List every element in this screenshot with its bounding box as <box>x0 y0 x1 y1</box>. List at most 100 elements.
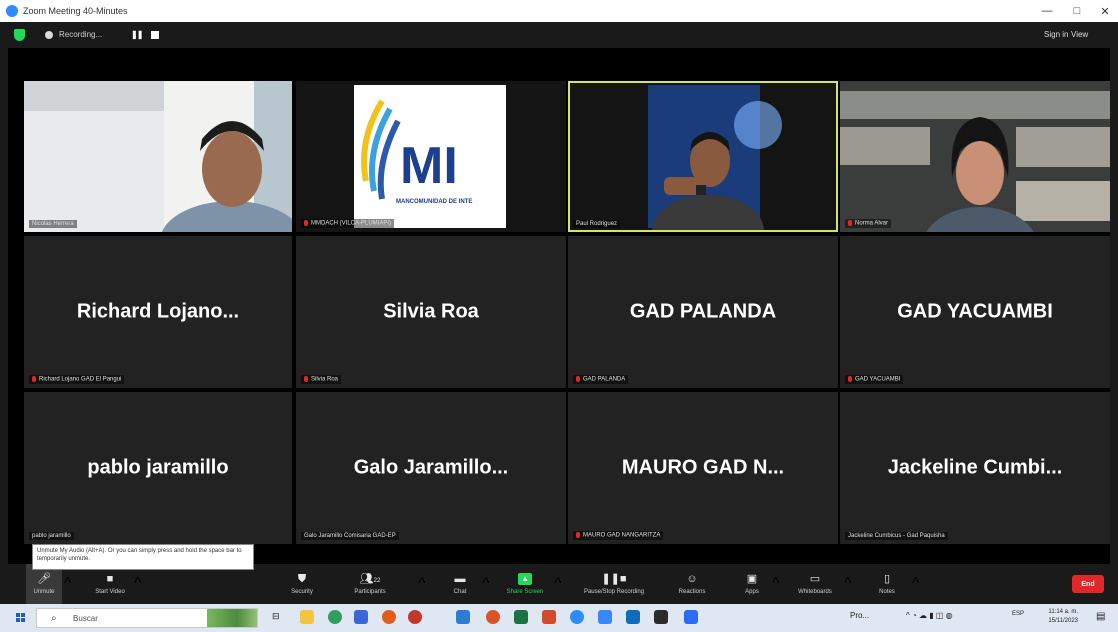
security-button[interactable]: ⛊ Security <box>284 564 320 604</box>
search-icon: ⌕ <box>51 613 57 624</box>
notes-icon: ▯ <box>883 573 891 585</box>
firefox-icon[interactable] <box>382 610 396 624</box>
participants-glyph: 👥︎ <box>359 573 374 585</box>
participant-display-name: Richard Lojano... <box>76 300 240 323</box>
share-screen-button[interactable]: ▲ Share Screen <box>498 564 552 604</box>
participant-name-label: MAURO GAD NANGARITZA <box>573 531 664 540</box>
app-icon[interactable] <box>684 610 698 624</box>
apps-icon: ▣ <box>746 573 758 585</box>
participant-tile[interactable]: Silvia Roa Silvia Roa <box>296 236 566 388</box>
taskbar-clock[interactable]: 11:14 a. m. 15/11/2023 <box>1038 608 1078 626</box>
participant-video <box>24 81 292 232</box>
participant-logo: MI MANCOMUNIDAD DE INTE <box>296 81 566 232</box>
minimize-button[interactable]: — <box>1030 0 1064 22</box>
stop-recording-button[interactable] <box>151 31 159 39</box>
toolbar-label: Pause/Stop Recording <box>583 589 645 595</box>
participant-name-label: Galo Jaramillo Comisaria GAD-EP <box>301 532 399 540</box>
chat-button[interactable]: ▬ Chat <box>446 564 474 604</box>
audio-options-chevron-icon[interactable]: ^ <box>64 564 72 604</box>
chat-options-chevron-icon[interactable]: ^ <box>482 564 490 604</box>
participant-name-label: Norma Alvar <box>845 219 892 228</box>
participant-name-label: GAD YACUAMBI <box>845 375 904 384</box>
notes-button[interactable]: ▯ Notes <box>872 564 902 604</box>
file-explorer-icon[interactable] <box>300 610 314 624</box>
pause-stop-recording-button[interactable]: ❚❚■ Pause/Stop Recording <box>568 564 660 604</box>
video-tile-active-speaker[interactable]: Paul Rodriguez <box>568 81 838 232</box>
tray-app-item[interactable]: Pro... <box>850 611 869 620</box>
app-icon[interactable] <box>654 610 668 624</box>
mic-muted-icon <box>848 376 852 383</box>
zoom-taskbar-icon[interactable] <box>570 610 584 624</box>
windows-start-icon[interactable] <box>16 613 26 623</box>
participants-options-chevron-icon[interactable]: ^ <box>418 564 426 604</box>
app-icon[interactable] <box>408 610 422 624</box>
search-placeholder: Buscar <box>73 614 98 623</box>
reactions-button[interactable]: ☺ Reactions <box>672 564 712 604</box>
toolbar-label: Share Screen <box>506 589 544 595</box>
video-tile[interactable]: Nicolas Herrera <box>24 81 292 232</box>
participant-name-label: Nicolas Herrera <box>29 220 77 228</box>
participant-tile[interactable]: Jackeline Cumbi... Jackeline Cumbicus - … <box>840 392 1110 544</box>
video-tile[interactable]: MI MANCOMUNIDAD DE INTE MMDACH (VILCA-PL… <box>296 81 566 232</box>
toolbar-label: Whiteboards <box>798 589 832 595</box>
share-options-chevron-icon[interactable]: ^ <box>554 564 562 604</box>
participant-display-name: pablo jaramillo <box>87 456 229 479</box>
meeting-controls-toolbar: 🎤︎ Unmute ^ ■ Start Video ^ ⛊ Security 👥… <box>8 564 1110 604</box>
video-tile[interactable]: Norma Alvar <box>840 81 1110 232</box>
window-title: Zoom Meeting 40-Minutes <box>23 6 128 16</box>
recording-indicator-icon <box>45 31 53 39</box>
participant-name-text: Silvia Roa <box>311 377 339 383</box>
whiteboard-icon: ▭ <box>809 573 821 585</box>
end-meeting-button[interactable]: End <box>1072 575 1104 593</box>
apps-button[interactable]: ▣ Apps <box>738 564 766 604</box>
whiteboards-button[interactable]: ▭ Whiteboards <box>788 564 842 604</box>
chat-icon: ▬ <box>454 573 466 585</box>
powerpoint-icon[interactable] <box>542 610 556 624</box>
unmute-button[interactable]: 🎤︎ Unmute <box>26 564 62 604</box>
participant-display-name: Jackeline Cumbi... <box>887 456 1063 479</box>
toolbar-label: Apps <box>745 589 759 595</box>
participant-tile[interactable]: pablo jaramillo pablo jaramillo <box>24 392 292 544</box>
excel-icon[interactable] <box>514 610 528 624</box>
mic-muted-icon <box>32 376 36 383</box>
tray-icons[interactable]: ^ ◔ ☁ ▮ ◫ ◍ <box>906 611 953 620</box>
windows-taskbar: ⌕ Buscar ⊟ Pro... ^ ◔ ☁ ▮ ◫ ◍ ESP 11:14 … <box>0 604 1118 632</box>
toolbar-label: Security <box>291 589 313 595</box>
view-menu-button[interactable]: View <box>1071 30 1088 39</box>
sign-in-link[interactable]: Sign in <box>1044 30 1068 39</box>
participants-button[interactable]: 👥︎22 Participants <box>342 564 398 604</box>
close-button[interactable]: ✕ <box>1088 0 1118 22</box>
participant-name-label: MMDACH (VILCA-PLUMIAPI) <box>301 219 395 228</box>
reactions-icon: ☺ <box>686 573 698 585</box>
share-screen-icon: ▲ <box>518 573 532 585</box>
start-video-button[interactable]: ■ Start Video <box>88 564 132 604</box>
participant-tile[interactable]: GAD PALANDA GAD PALANDA <box>568 236 838 388</box>
video-gallery: Nicolas Herrera MI MANCOMUNIDAD DE INTE … <box>8 48 1110 564</box>
chrome-icon[interactable] <box>486 610 500 624</box>
participant-name-text: GAD PALANDA <box>583 377 626 383</box>
outlook-icon[interactable] <box>626 610 640 624</box>
toolbar-label: Reactions <box>678 589 706 595</box>
participant-name-label: GAD PALANDA <box>573 375 629 384</box>
store-icon[interactable] <box>354 610 368 624</box>
participant-tile[interactable]: MAURO GAD N... MAURO GAD NANGARITZA <box>568 392 838 544</box>
participant-name-text: MAURO GAD NANGARITZA <box>583 533 661 539</box>
whiteboards-options-chevron-icon[interactable]: ^ <box>844 564 852 604</box>
apps-options-chevron-icon[interactable]: ^ <box>772 564 780 604</box>
recording-icon: ❚❚■ <box>601 573 627 585</box>
task-view-icon[interactable]: ⊟ <box>272 611 280 622</box>
notes-options-chevron-icon[interactable]: ^ <box>912 564 920 604</box>
language-indicator[interactable]: ESP <box>1012 611 1024 617</box>
pause-recording-button[interactable]: ❚❚ <box>131 30 143 39</box>
participant-tile[interactable]: Richard Lojano... Richard Lojano GAD El … <box>24 236 292 388</box>
word-icon[interactable] <box>456 610 470 624</box>
notifications-icon[interactable]: ▤ <box>1096 611 1105 622</box>
participant-display-name: Galo Jaramillo... <box>353 456 509 479</box>
app-icon[interactable] <box>598 610 612 624</box>
video-options-chevron-icon[interactable]: ^ <box>134 564 142 604</box>
edge-browser-icon[interactable] <box>328 610 342 624</box>
participant-tile[interactable]: Galo Jaramillo... Galo Jaramillo Comisar… <box>296 392 566 544</box>
encryption-shield-icon[interactable] <box>14 29 25 41</box>
participant-tile[interactable]: GAD YACUAMBI GAD YACUAMBI <box>840 236 1110 388</box>
taskbar-search-box[interactable]: ⌕ Buscar <box>36 608 258 628</box>
